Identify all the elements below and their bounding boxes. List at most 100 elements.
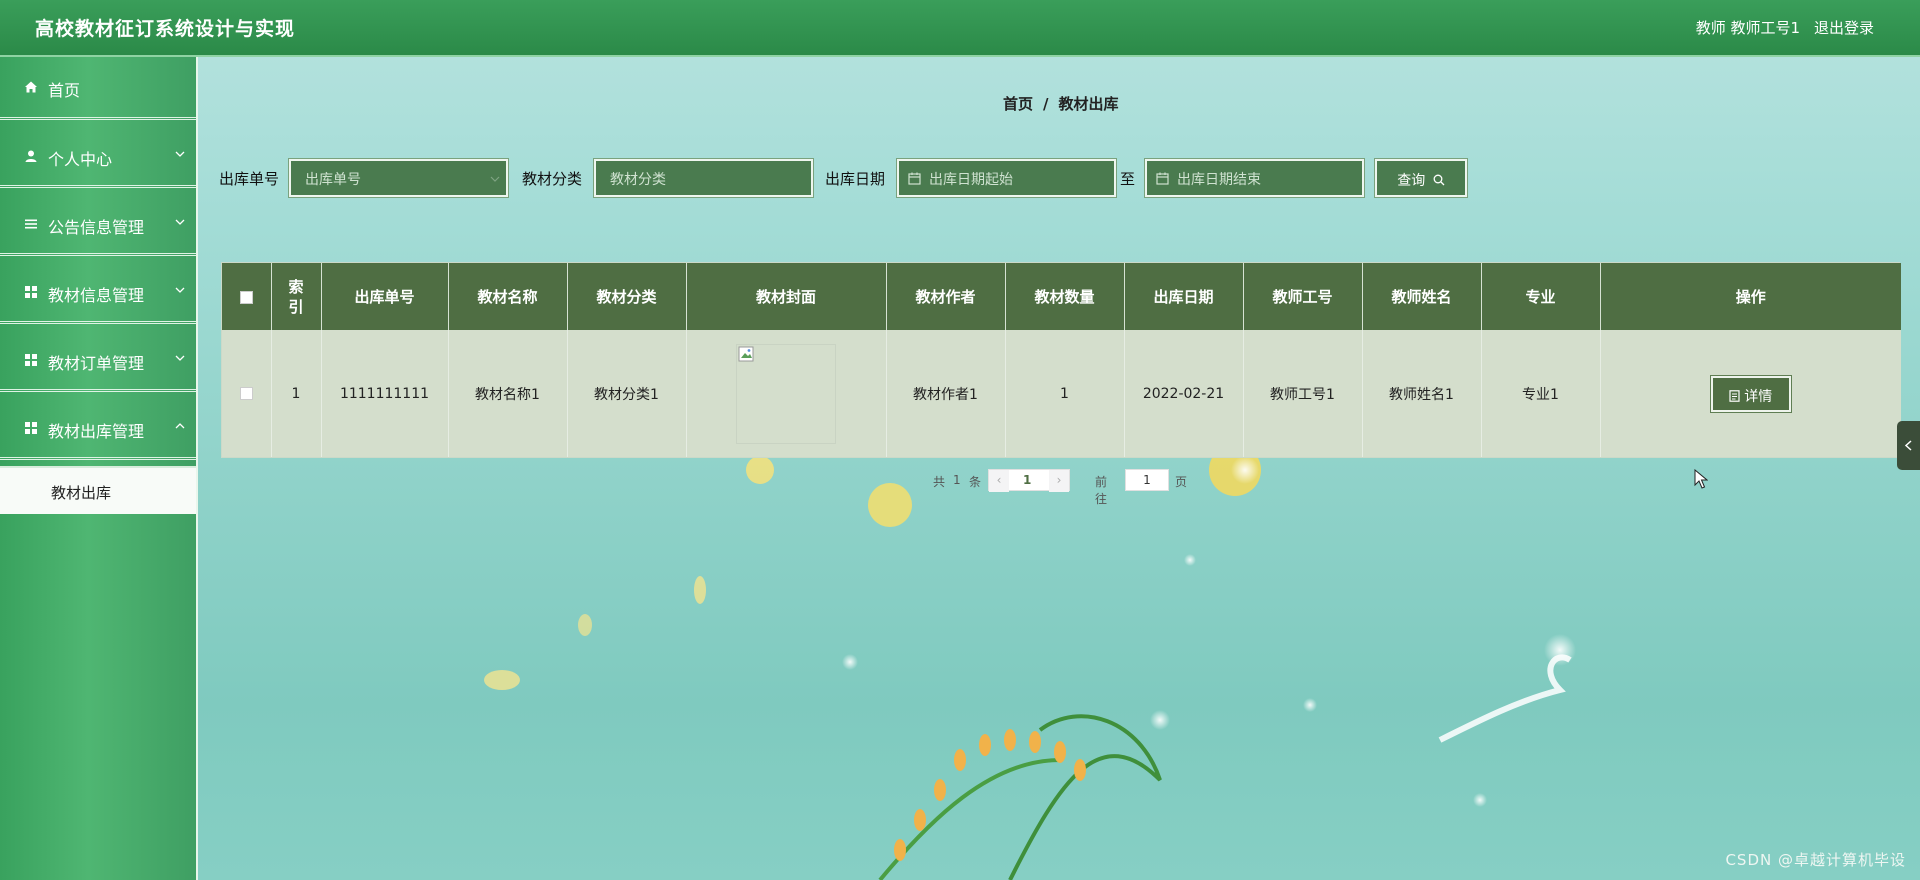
cell-actions: 详情 (1600, 330, 1901, 457)
column-header: 教材封面 (686, 263, 887, 330)
current-page[interactable]: 1 (1023, 473, 1031, 487)
sidebar-item-label: 个人中心 (48, 150, 113, 169)
order-no-input[interactable]: 出库单号 (288, 158, 509, 198)
column-header: 教材分类 (567, 263, 687, 330)
cell-order-no: 1111111111 (321, 330, 449, 457)
sidebar-item-home[interactable]: 首页 (0, 57, 196, 120)
breadcrumb-current: 教材出库 (1058, 95, 1119, 113)
order-no-placeholder: 出库单号 (305, 172, 361, 188)
document-icon (1729, 389, 1740, 402)
chevron-down-icon (175, 151, 185, 157)
column-header: 教师工号 (1243, 263, 1363, 330)
cell-teacher-id: 教师工号1 (1243, 330, 1363, 457)
column-header: 出库单号 (321, 263, 449, 330)
column-header: 专业 (1481, 263, 1601, 330)
detail-button-label: 详情 (1744, 388, 1773, 405)
mouse-cursor-icon (1694, 469, 1708, 489)
select-all-cell (222, 263, 272, 330)
category-placeholder: 教材分类 (610, 172, 666, 188)
sidebar-item-notice[interactable]: 公告信息管理 (0, 194, 196, 256)
table-header-row: 索引 出库单号 教材名称 教材分类 教材封面 教材作者 教材数量 出库日期 教师… (222, 263, 1901, 330)
column-header: 操作 (1600, 263, 1901, 330)
detail-button[interactable]: 详情 (1709, 374, 1792, 413)
date-label: 出库日期 (825, 170, 886, 188)
sidebar-subitem-outbound[interactable]: 教材出库 (0, 466, 196, 514)
main-content: 首页 / 教材出库 出库单号 出库单号 教材分类 教材分类 出库日期 出库日期起始 … (200, 59, 1920, 880)
sidebar: 首页 个人中心 公告信息管理 教材信息管理 教材订单管理 教材出库管理 教材出库 (0, 57, 198, 880)
cell-date: 2022-02-21 (1124, 330, 1244, 457)
sidebar-item-label: 教材出库管理 (48, 422, 145, 441)
breadcrumb: 首页 / 教材出库 (1003, 93, 1119, 114)
user-icon (25, 150, 37, 162)
logout-link[interactable]: 退出登录 (1814, 17, 1874, 38)
breadcrumb-home[interactable]: 首页 (1003, 95, 1033, 113)
order-no-label: 出库单号 (219, 170, 280, 188)
column-header: 教材数量 (1005, 263, 1125, 330)
calendar-icon (1156, 172, 1169, 185)
goto-suffix: 页 (1175, 475, 1188, 489)
date-start-placeholder: 出库日期起始 (929, 172, 1013, 188)
chevron-down-icon (175, 287, 185, 293)
cell-teacher-name: 教师姓名1 (1362, 330, 1482, 457)
chevron-down-icon (490, 176, 500, 182)
sidebar-item-textbook-info[interactable]: 教材信息管理 (0, 262, 196, 324)
search-form: 出库单号 出库单号 教材分类 教材分类 出库日期 出库日期起始 至 出库日期结束… (219, 158, 1519, 198)
column-header: 教师姓名 (1362, 263, 1482, 330)
side-panel-toggle[interactable] (1897, 421, 1920, 470)
cell-author: 教材作者1 (886, 330, 1006, 457)
cover-image (736, 343, 836, 444)
column-header: 教材名称 (448, 263, 568, 330)
watermark: CSDN @卓越计算机毕设 (1725, 851, 1906, 869)
next-page-button[interactable]: › (1049, 470, 1069, 492)
home-icon (25, 81, 37, 93)
sidebar-item-label: 公告信息管理 (48, 218, 145, 237)
column-header: 教材作者 (886, 263, 1006, 330)
date-to-label: 至 (1120, 170, 1136, 188)
sidebar-item-personal-center[interactable]: 个人中心 (0, 126, 196, 188)
date-end-input[interactable]: 出库日期结束 (1144, 158, 1365, 198)
query-button-label: 查询 (1397, 173, 1426, 189)
select-all-checkbox[interactable] (239, 290, 253, 304)
cell-category: 教材分类1 (567, 330, 687, 457)
column-header: 索引 (271, 263, 322, 330)
sidebar-item-label: 教材订单管理 (48, 354, 145, 373)
date-start-input[interactable]: 出库日期起始 (896, 158, 1117, 198)
date-end-placeholder: 出库日期结束 (1177, 172, 1261, 188)
cell-major: 专业1 (1481, 330, 1601, 457)
goto-page-input[interactable]: 1 (1125, 469, 1169, 491)
cell-index: 1 (271, 330, 322, 457)
query-button[interactable]: 查询 (1374, 158, 1468, 198)
grid-icon (25, 286, 37, 298)
category-input[interactable]: 教材分类 (593, 158, 814, 198)
grid-icon (25, 422, 37, 434)
search-icon (1433, 174, 1445, 186)
goto-prefix: 前往 (1095, 475, 1108, 506)
calendar-icon (908, 172, 921, 185)
outbound-table: 索引 出库单号 教材名称 教材分类 教材封面 教材作者 教材数量 出库日期 教师… (221, 262, 1901, 458)
chevron-down-icon (175, 219, 185, 225)
broken-image-icon (738, 346, 754, 361)
row-checkbox[interactable] (239, 387, 253, 400)
chevron-down-icon (175, 355, 185, 361)
breadcrumb-separator: / (1043, 95, 1049, 113)
pagination-total-prefix: 共 (933, 475, 946, 489)
sidebar-item-textbook-order[interactable]: 教材订单管理 (0, 330, 196, 392)
app-title: 高校教材征订系统设计与实现 (35, 18, 296, 40)
row-select-cell (222, 330, 272, 457)
pagination-total: 1 (953, 473, 961, 487)
sidebar-item-label: 教材信息管理 (48, 286, 145, 305)
current-user: 教师 教师工号1 (1695, 19, 1800, 37)
grid-icon (25, 354, 37, 366)
sidebar-item-label: 首页 (48, 81, 81, 100)
sidebar-item-textbook-outbound[interactable]: 教材出库管理 (0, 398, 196, 460)
column-header: 出库日期 (1124, 263, 1244, 330)
cell-cover (686, 330, 887, 457)
cell-name: 教材名称1 (448, 330, 568, 457)
top-header: 高校教材征订系统设计与实现 教师 教师工号1 退出登录 (0, 0, 1920, 57)
table-row: 1 1111111111 教材名称1 教材分类1 教材作者1 1 2022-02… (222, 330, 1901, 457)
prev-page-button[interactable]: ‹ (989, 470, 1009, 492)
chevron-up-icon (175, 423, 185, 429)
cell-quantity: 1 (1005, 330, 1125, 457)
list-icon (25, 219, 37, 229)
pagination-total-suffix: 条 (969, 475, 982, 489)
